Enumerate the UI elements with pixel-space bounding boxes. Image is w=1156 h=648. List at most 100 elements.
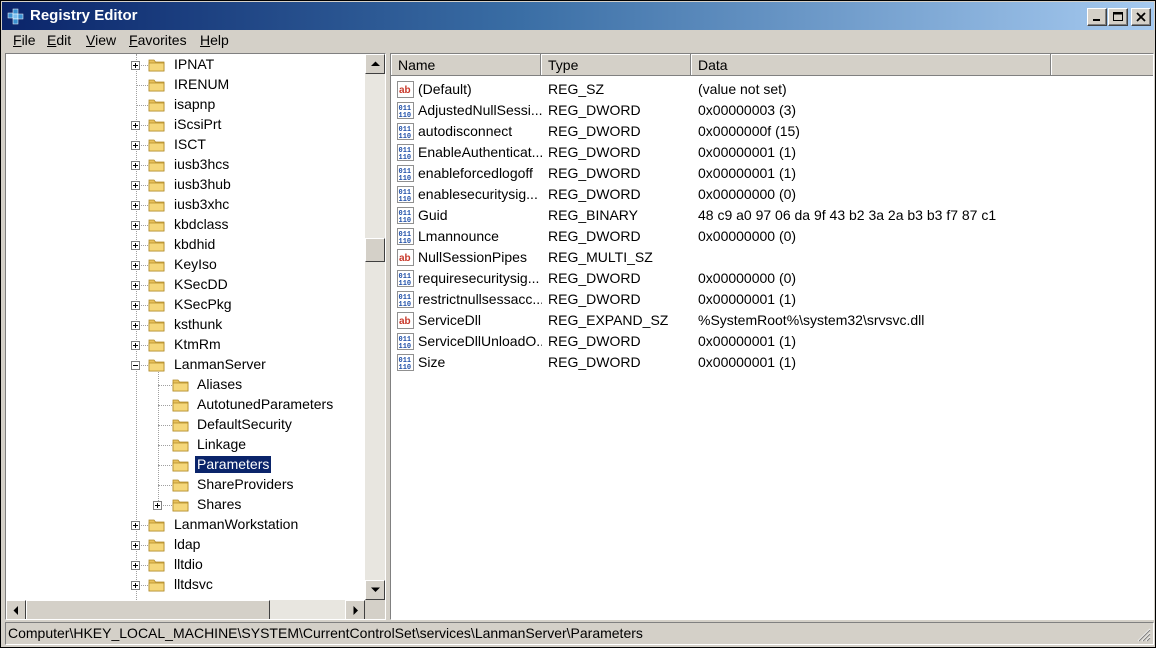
folder-icon <box>148 577 166 593</box>
svg-text:110: 110 <box>399 196 412 203</box>
value-row[interactable]: 011 110 Lmannounce REG_DWORD 0x00000000 (0) <box>391 226 1151 247</box>
column-header-name[interactable]: Name <box>391 54 541 76</box>
minimize-button[interactable] <box>1087 8 1107 26</box>
scroll-down-button[interactable] <box>365 580 385 600</box>
close-button[interactable] <box>1131 8 1151 26</box>
tree-item-ksecdd[interactable]: KSecDD <box>6 275 365 295</box>
value-row[interactable]: 011 110 EnableAuthenticat... REG_DWORD 0x000… <box>391 142 1151 163</box>
expand-icon[interactable] <box>131 181 140 190</box>
value-type: REG_MULTI_SZ <box>548 249 653 265</box>
tree-item-shareproviders[interactable]: ShareProviders <box>6 475 365 495</box>
value-row[interactable]: 011 110 requiresecuritysig... REG_DWORD 0x00… <box>391 268 1151 289</box>
tree-item-label: Linkage <box>197 436 247 452</box>
key-tree-pane[interactable]: IPNAT IRENUM isapnp iScsiPrt ISCT iusb3hcs ius… <box>5 53 386 620</box>
value-row[interactable]: 011 110 autodisconnect REG_DWORD 0x0000000f … <box>391 121 1151 142</box>
expand-icon[interactable] <box>131 241 140 250</box>
tree-item-iusb3hub[interactable]: iusb3hub <box>6 175 365 195</box>
tree-item-aliases[interactable]: Aliases <box>6 375 365 395</box>
tree-item-keyiso[interactable]: KeyIso <box>6 255 365 275</box>
tree-item-lltdio[interactable]: lltdio <box>6 555 365 575</box>
tree-connector-line <box>158 485 172 486</box>
expand-icon[interactable] <box>131 341 140 350</box>
tree-item-isapnp[interactable]: isapnp <box>6 95 365 115</box>
scroll-right-button[interactable] <box>345 600 365 619</box>
tree-item-lltdsvc[interactable]: lltdsvc <box>6 575 365 595</box>
expand-icon[interactable] <box>131 221 140 230</box>
tree-item-isct[interactable]: ISCT <box>6 135 365 155</box>
expand-icon[interactable] <box>131 261 140 270</box>
tree-item-lanmanserver[interactable]: LanmanServer <box>6 355 365 375</box>
tree-vscroll-thumb[interactable] <box>365 238 385 262</box>
menu-favorites[interactable]: Favorites <box>129 32 187 48</box>
value-row[interactable]: 011 110 Size REG_DWORD 0x00000001 (1) <box>391 352 1151 373</box>
tree-item-ldap[interactable]: ldap <box>6 535 365 555</box>
tree-item-label: isapnp <box>174 96 216 112</box>
expand-icon[interactable] <box>153 501 162 510</box>
svg-text:110: 110 <box>399 133 412 140</box>
expand-icon[interactable] <box>131 161 140 170</box>
value-row[interactable]: 011 110 enableforcedlogoff REG_DWORD 0x00000… <box>391 163 1151 184</box>
expand-icon[interactable] <box>131 321 140 330</box>
value-row[interactable]: 011 110 restrictnullsessacc... REG_DWORD 0x0… <box>391 289 1151 310</box>
scroll-left-button[interactable] <box>6 600 26 619</box>
expand-icon[interactable] <box>131 61 140 70</box>
menu-help[interactable]: Help <box>200 32 229 48</box>
tree-item-autotunedparameters[interactable]: AutotunedParameters <box>6 395 365 415</box>
value-row[interactable]: 011 110 ServiceDllUnloadO... REG_DWORD 0x000… <box>391 331 1151 352</box>
tree-item-label: ISCT <box>174 136 206 152</box>
value-row[interactable]: ab (Default) REG_SZ (value not set) <box>391 79 1151 100</box>
expand-icon[interactable] <box>131 581 140 590</box>
tree-item-defaultsecurity[interactable]: DefaultSecurity <box>6 415 365 435</box>
svg-text:110: 110 <box>399 364 412 371</box>
tree-item-linkage[interactable]: Linkage <box>6 435 365 455</box>
values-list-pane[interactable]: Name Type Data ab (Default) REG_SZ (value n… <box>390 53 1154 620</box>
expand-icon[interactable] <box>131 561 140 570</box>
maximize-button[interactable] <box>1108 8 1128 26</box>
expand-icon[interactable] <box>131 301 140 310</box>
menu-view[interactable]: View <box>86 32 116 48</box>
column-header-type[interactable]: Type <box>541 54 691 76</box>
tree-item-irenum[interactable]: IRENUM <box>6 75 365 95</box>
tree-connector-line <box>158 405 172 406</box>
tree-item-iscsiprt[interactable]: iScsiPrt <box>6 115 365 135</box>
binary-value-icon: 011 110 <box>397 207 414 225</box>
tree-item-lanmanworkstation[interactable]: LanmanWorkstation <box>6 515 365 535</box>
folder-icon <box>148 237 166 253</box>
expand-icon[interactable] <box>131 281 140 290</box>
tree-item-shares[interactable]: Shares <box>6 495 365 515</box>
scroll-up-button[interactable] <box>365 54 385 74</box>
expand-icon[interactable] <box>131 141 140 150</box>
expand-icon[interactable] <box>131 201 140 210</box>
value-row[interactable]: 011 110 enablesecuritysig... REG_DWORD 0x000… <box>391 184 1151 205</box>
expand-icon[interactable] <box>131 521 140 530</box>
tree-item-kbdhid[interactable]: kbdhid <box>6 235 365 255</box>
value-row[interactable]: ab NullSessionPipes REG_MULTI_SZ <box>391 247 1151 268</box>
title-bar[interactable]: Registry Editor <box>2 2 1154 30</box>
value-row[interactable]: 011 110 AdjustedNullSessi... REG_DWORD 0x000… <box>391 100 1151 121</box>
tree-item-parameters[interactable]: Parameters <box>6 455 365 475</box>
collapse-icon[interactable] <box>131 361 140 370</box>
menu-file[interactable]: File <box>13 32 36 48</box>
tree-hscroll-thumb[interactable] <box>26 600 270 619</box>
column-header-data[interactable]: Data <box>691 54 1051 76</box>
expand-icon[interactable] <box>131 121 140 130</box>
expand-icon[interactable] <box>131 541 140 550</box>
menu-edit[interactable]: Edit <box>47 32 71 48</box>
tree-vertical-scrollbar[interactable] <box>365 54 385 600</box>
tree-item-kbdclass[interactable]: kbdclass <box>6 215 365 235</box>
resize-grip-icon[interactable] <box>1137 628 1151 642</box>
tree-item-iusb3xhc[interactable]: iusb3xhc <box>6 195 365 215</box>
close-icon <box>1136 12 1146 22</box>
value-name: enablesecuritysig... <box>418 186 538 202</box>
tree-item-ipnat[interactable]: IPNAT <box>6 55 365 75</box>
tree-horizontal-scrollbar[interactable] <box>6 600 365 619</box>
tree-item-iusb3hcs[interactable]: iusb3hcs <box>6 155 365 175</box>
value-row[interactable]: 011 110 Guid REG_BINARY 48 c9 a0 97 06 da 9f… <box>391 205 1151 226</box>
tree-item-ksecpkg[interactable]: KSecPkg <box>6 295 365 315</box>
value-row[interactable]: ab ServiceDll REG_EXPAND_SZ %SystemRoot%\sy… <box>391 310 1151 331</box>
tree-item-ktmrm[interactable]: KtmRm <box>6 335 365 355</box>
tree-item-label: Aliases <box>197 376 243 392</box>
tree-item-ksthunk[interactable]: ksthunk <box>6 315 365 335</box>
value-data: (value not set) <box>698 81 787 97</box>
tree-item-label: Parameters <box>193 455 273 474</box>
